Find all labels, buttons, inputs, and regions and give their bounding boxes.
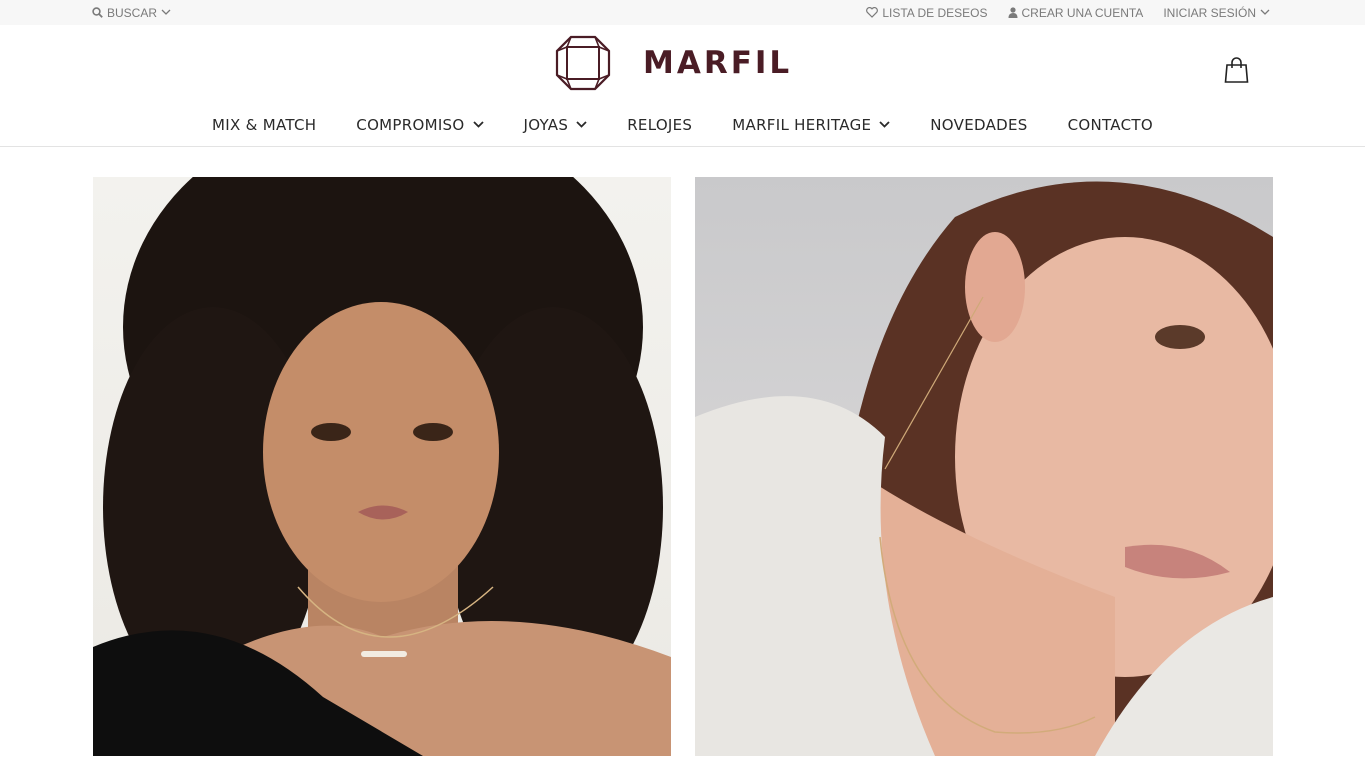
login-label: INICIAR SESIÓN [1163, 5, 1256, 20]
nav-item-label: COMPROMISO [356, 115, 465, 134]
heart-icon [866, 7, 879, 18]
nav-item-label: CONTACTO [1067, 115, 1153, 134]
shopping-bag-icon [1224, 57, 1249, 83]
top-bar: BUSCAR LISTA DE DESEOS CREAR UNA CUENTA … [0, 0, 1365, 25]
brand-name: MARFIL [643, 45, 793, 81]
model-portrait-left [93, 177, 671, 756]
chevron-down-icon [576, 121, 587, 128]
nav-item-compromiso[interactable]: COMPROMISO [356, 115, 484, 134]
nav-item-mix-match[interactable]: MIX & MATCH [212, 116, 316, 134]
nav-item-label: JOYAS [523, 115, 569, 134]
site-header: MARFIL [0, 25, 1365, 103]
nav-item-label: MARFIL HERITAGE [732, 115, 872, 134]
search-icon [92, 7, 103, 18]
cart-button[interactable] [1224, 57, 1249, 88]
gem-logo-icon [555, 35, 611, 91]
chevron-down-icon [161, 9, 171, 16]
create-account-label: CREAR UNA CUENTA [1021, 5, 1144, 20]
nav-item-label: RELOJES [627, 115, 693, 134]
nav-item-joyas[interactable]: JOYAS [524, 116, 588, 134]
create-account-link[interactable]: CREAR UNA CUENTA [1008, 5, 1144, 20]
nav-item-marfil-heritage[interactable]: MARFIL HERITAGE [732, 116, 890, 134]
nav-item-label: MIX & MATCH [212, 115, 317, 134]
hero-image-left [93, 177, 671, 756]
chevron-down-icon [472, 121, 484, 128]
hero-image-right [695, 177, 1273, 756]
chevron-down-icon [1260, 9, 1270, 16]
wishlist-label: LISTA DE DESEOS [882, 5, 988, 20]
main-navigation: MIX & MATCH COMPROMISO JOYAS RELOJES MAR… [0, 103, 1365, 147]
chevron-down-icon [879, 121, 890, 128]
nav-item-relojes[interactable]: RELOJES [627, 116, 692, 134]
login-link[interactable]: INICIAR SESIÓN [1163, 6, 1270, 20]
wishlist-link[interactable]: LISTA DE DESEOS [866, 5, 988, 20]
search-label: BUSCAR [107, 5, 158, 20]
nav-item-label: NOVEDADES [930, 115, 1028, 134]
brand-logo[interactable]: MARFIL [555, 35, 792, 91]
search-toggle[interactable]: BUSCAR [92, 0, 171, 25]
nav-item-novedades[interactable]: NOVEDADES [930, 116, 1027, 134]
user-icon [1008, 7, 1018, 18]
hero-divider [671, 177, 694, 756]
model-portrait-right [695, 181, 1273, 756]
nav-item-contacto[interactable]: CONTACTO [1068, 116, 1153, 134]
